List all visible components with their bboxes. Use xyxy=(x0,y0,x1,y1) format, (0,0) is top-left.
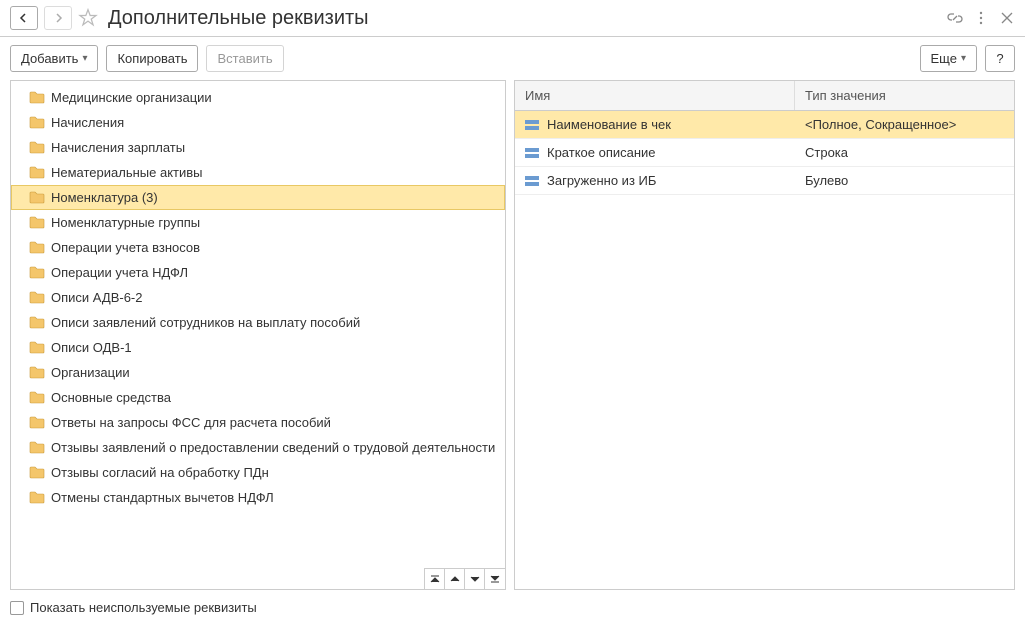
scroll-down-icon xyxy=(470,574,480,584)
forward-button[interactable] xyxy=(44,6,72,30)
add-button-label: Добавить xyxy=(21,51,78,66)
cell-type: <Полное, Сокращенное> xyxy=(795,111,1014,138)
tree-item[interactable]: Начисления зарплаты xyxy=(11,135,505,160)
show-unused-checkbox[interactable] xyxy=(10,601,24,615)
tree-item[interactable]: Номенклатура (3) xyxy=(11,185,505,210)
properties-panel: Имя Тип значения Наименование в чек<Полн… xyxy=(514,80,1015,590)
cell-type: Булево xyxy=(795,167,1014,194)
link-icon[interactable] xyxy=(947,10,963,26)
tree-item[interactable]: Организации xyxy=(11,360,505,385)
categories-tree[interactable]: Медицинские организации Начисления Начисле… xyxy=(11,81,505,589)
copy-button[interactable]: Копировать xyxy=(106,45,198,72)
table-row[interactable]: Краткое описаниеСтрока xyxy=(515,139,1014,167)
help-button[interactable]: ? xyxy=(985,45,1015,72)
tree-item-label: Номенклатурные группы xyxy=(51,215,200,230)
table-row[interactable]: Загруженно из ИББулево xyxy=(515,167,1014,195)
cell-name: Наименование в чек xyxy=(515,111,795,138)
header-bar: Дополнительные реквизиты xyxy=(0,0,1025,37)
scroll-up-icon xyxy=(450,574,460,584)
categories-panel: Медицинские организации Начисления Начисле… xyxy=(10,80,506,590)
toolbar-right: Еще ▾ ? xyxy=(920,45,1015,72)
tree-item-label: Операции учета НДФЛ xyxy=(51,265,188,280)
column-header-name[interactable]: Имя xyxy=(515,81,795,110)
tree-item-label: Отзывы заявлений о предоставлении сведен… xyxy=(51,440,495,455)
scroll-bottom-icon xyxy=(490,574,500,584)
close-icon[interactable] xyxy=(999,10,1015,26)
tree-item-label: Организации xyxy=(51,365,130,380)
cell-name: Загруженно из ИБ xyxy=(515,167,795,194)
more-button-label: Еще xyxy=(931,51,957,66)
back-button[interactable] xyxy=(10,6,38,30)
tree-item[interactable]: Медицинские организации xyxy=(11,85,505,110)
tree-item[interactable]: Номенклатурные группы xyxy=(11,210,505,235)
tree-scroll-top[interactable] xyxy=(425,569,445,589)
toolbar: Добавить ▾ Копировать Вставить Еще ▾ ? xyxy=(0,37,1025,80)
scroll-top-icon xyxy=(430,574,440,584)
tree-item[interactable]: Нематериальные активы xyxy=(11,160,505,185)
header-actions xyxy=(947,10,1015,26)
tree-item-label: Нематериальные активы xyxy=(51,165,203,180)
content-area: Медицинские организации Начисления Начисле… xyxy=(0,80,1025,590)
table-body[interactable]: Наименование в чек<Полное, Сокращенное>К… xyxy=(515,111,1014,589)
tree-item-label: Основные средства xyxy=(51,390,171,405)
tree-item[interactable]: Отзывы заявлений о предоставлении сведен… xyxy=(11,435,505,460)
tree-item[interactable]: Начисления xyxy=(11,110,505,135)
tree-item-label: Описи заявлений сотрудников на выплату п… xyxy=(51,315,360,330)
tree-item[interactable]: Описи АДВ-6-2 xyxy=(11,285,505,310)
cell-type: Строка xyxy=(795,139,1014,166)
tree-item[interactable]: Описи ОДВ-1 xyxy=(11,335,505,360)
tree-item-label: Операции учета взносов xyxy=(51,240,200,255)
tree-item-label: Отмены стандартных вычетов НДФЛ xyxy=(51,490,274,505)
tree-item[interactable]: Описи заявлений сотрудников на выплату п… xyxy=(11,310,505,335)
tree-item-label: Описи ОДВ-1 xyxy=(51,340,132,355)
tree-item-label: Начисления xyxy=(51,115,124,130)
tree-item[interactable]: Операции учета взносов xyxy=(11,235,505,260)
more-button[interactable]: Еще ▾ xyxy=(920,45,977,72)
paste-button[interactable]: Вставить xyxy=(206,45,283,72)
tree-item-label: Медицинские организации xyxy=(51,90,212,105)
tree-item-label: Номенклатура (3) xyxy=(51,190,158,205)
tree-item-label: Отзывы согласий на обработку ПДн xyxy=(51,465,269,480)
cell-name: Краткое описание xyxy=(515,139,795,166)
tree-item-label: Ответы на запросы ФСС для расчета пособи… xyxy=(51,415,331,430)
chevron-down-icon: ▾ xyxy=(961,53,966,64)
favorite-star-icon[interactable] xyxy=(78,8,98,28)
footer: Показать неиспользуемые реквизиты xyxy=(0,590,1025,625)
add-button[interactable]: Добавить ▾ xyxy=(10,45,98,72)
tree-item[interactable]: Отмены стандартных вычетов НДФЛ xyxy=(11,485,505,510)
column-header-type[interactable]: Тип значения xyxy=(795,81,1014,110)
tree-item-label: Описи АДВ-6-2 xyxy=(51,290,142,305)
table-row[interactable]: Наименование в чек<Полное, Сокращенное> xyxy=(515,111,1014,139)
tree-item[interactable]: Ответы на запросы ФСС для расчета пособи… xyxy=(11,410,505,435)
tree-item[interactable]: Основные средства xyxy=(11,385,505,410)
page-title: Дополнительные реквизиты xyxy=(108,7,941,30)
tree-item[interactable]: Отзывы согласий на обработку ПДн xyxy=(11,460,505,485)
paste-button-label: Вставить xyxy=(217,51,272,66)
show-unused-label: Показать неиспользуемые реквизиты xyxy=(30,600,257,615)
tree-nav-buttons xyxy=(424,568,505,589)
tree-item[interactable]: Операции учета НДФЛ xyxy=(11,260,505,285)
tree-scroll-bottom[interactable] xyxy=(485,569,505,589)
chevron-down-icon: ▾ xyxy=(82,53,87,64)
copy-button-label: Копировать xyxy=(117,51,187,66)
table-header: Имя Тип значения xyxy=(515,81,1014,111)
tree-scroll-down[interactable] xyxy=(465,569,485,589)
arrow-left-icon xyxy=(19,13,29,23)
tree-scroll-up[interactable] xyxy=(445,569,465,589)
more-dots-icon[interactable] xyxy=(973,10,989,26)
tree-item-label: Начисления зарплаты xyxy=(51,140,185,155)
help-button-label: ? xyxy=(996,51,1003,66)
arrow-right-icon xyxy=(53,13,63,23)
